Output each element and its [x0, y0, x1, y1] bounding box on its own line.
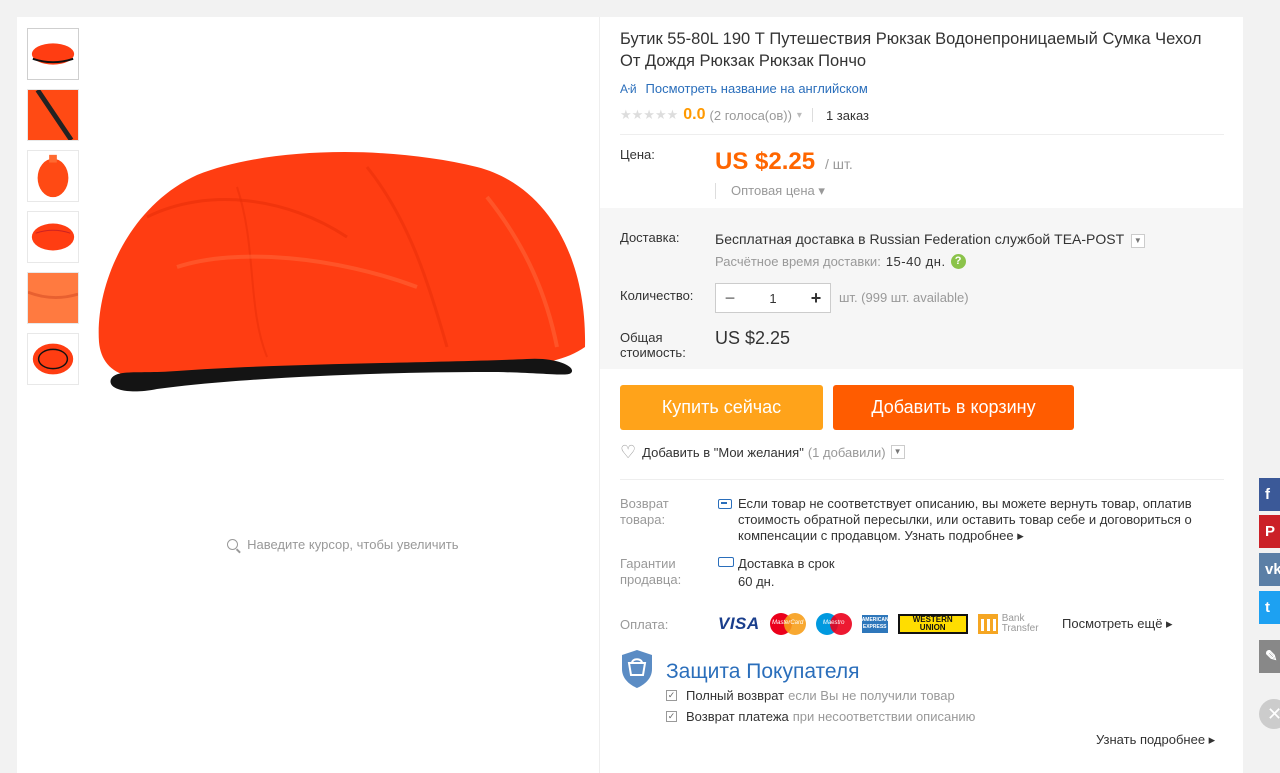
- rating-value: 0.0: [683, 106, 706, 123]
- free-shipping-text: Бесплатная доставка: [715, 231, 855, 247]
- payment-more-link[interactable]: Посмотреть ещё ▸: [1062, 616, 1173, 632]
- column-divider: [599, 17, 600, 773]
- delivery-time-row: Расчётное время доставки: 15-40 дн. ?: [715, 254, 966, 269]
- twitter-share-button[interactable]: t: [1259, 591, 1280, 624]
- thumbnail-3[interactable]: [27, 150, 79, 202]
- thumbnail-list: [27, 28, 79, 394]
- vk-share-button[interactable]: vk: [1259, 553, 1280, 586]
- thumbnail-1[interactable]: [27, 28, 79, 80]
- price-unit: / шт.: [825, 156, 853, 172]
- bank-transfer-text: Bank Transfer: [1002, 614, 1039, 634]
- quantity-decrease-button[interactable]: −: [716, 284, 744, 312]
- chevron-down-icon[interactable]: ▾: [797, 110, 802, 121]
- western-union-logo: WESTERN UNION: [897, 614, 968, 634]
- product-card: Наведите курсор, чтобы увеличить Бутик 5…: [17, 17, 1243, 773]
- returns-learn-more-link[interactable]: Узнать подробнее ▸: [905, 528, 1024, 543]
- mastercard-logo-text: MasterCard: [772, 620, 804, 626]
- protection-item-1-bold: Полный возврат: [686, 688, 785, 703]
- amex-logo: AMERICAN EXPRESS: [861, 615, 889, 633]
- payment-label: Оплата:: [620, 617, 669, 632]
- protection-item-1-rest: если Вы не получили товар: [788, 688, 955, 703]
- orders-count: 1 заказ: [825, 107, 870, 123]
- quantity-label: Количество:: [620, 288, 694, 303]
- translate-icon: A⋅й: [620, 81, 637, 96]
- thumbnail-2[interactable]: [27, 89, 79, 141]
- delivery-time-value: 15-40 дн.: [885, 254, 946, 269]
- protection-item-2: ✓ Возврат платежа при несоответствии опи…: [666, 709, 975, 724]
- guarantee-text: Доставка в срок 60 дн.: [738, 555, 835, 591]
- maestro-logo-text: Maestro: [822, 620, 845, 626]
- protection-learn-more-link[interactable]: Узнать подробнее ▸: [1096, 732, 1215, 748]
- quantity-stepper[interactable]: − 1 +: [715, 283, 831, 313]
- votes-count[interactable]: (2 голоса(ов)): [710, 108, 792, 123]
- protection-item-2-bold: Возврат платежа: [686, 709, 789, 724]
- checkbox-icon: ✓: [666, 711, 677, 722]
- total-value: US $2.25: [715, 328, 791, 348]
- heart-icon[interactable]: ♡: [620, 443, 636, 461]
- facebook-share-button[interactable]: f: [1259, 478, 1280, 511]
- protection-item-1: ✓ Полный возврат если Вы не получили тов…: [666, 688, 955, 703]
- truck-icon: [718, 557, 734, 567]
- shipping-carrier: TEA-POST: [1054, 231, 1124, 247]
- product-title: Бутик 55-80L 190 Т Путешествия Рюкзак Во…: [620, 30, 1202, 70]
- buyer-protection-title: Защита Покупателя: [666, 660, 860, 683]
- wholesale-price-toggle[interactable]: Оптовая цена ▾: [715, 183, 825, 199]
- separator: [811, 108, 813, 122]
- thumbnail-5[interactable]: [27, 272, 79, 324]
- protection-item-2-rest: при несоответствии описанию: [792, 709, 976, 724]
- shipping-country: Russian Federation: [869, 231, 991, 247]
- chevron-down-icon[interactable]: ▼: [1130, 234, 1145, 248]
- zoom-hint: Наведите курсор, чтобы увеличить: [87, 537, 599, 552]
- mastercard-logo: MasterCard: [769, 613, 806, 635]
- shipping-option[interactable]: Бесплатная доставка в Russian Federation…: [715, 231, 1145, 248]
- price-label: Цена:: [620, 147, 655, 162]
- returns-label: Возврат товара:: [620, 496, 669, 527]
- visa-logo: VISA: [718, 614, 760, 633]
- close-icon[interactable]: ✕: [1259, 699, 1280, 729]
- shipping-label: Доставка:: [620, 230, 680, 245]
- rating-stars-icon: ★★★★★: [620, 107, 679, 122]
- chevron-down-icon[interactable]: ▼: [890, 445, 905, 459]
- maestro-logo: Maestro: [815, 613, 852, 635]
- translate-title-link[interactable]: Посмотреть название на английском: [646, 81, 868, 96]
- return-card-icon: [718, 499, 732, 509]
- returns-text: Если товар не соответствует описанию, вы…: [738, 496, 1208, 544]
- pinterest-share-button[interactable]: P: [1259, 515, 1280, 548]
- add-to-cart-button[interactable]: Добавить в корзину: [833, 385, 1074, 430]
- price-value: US $2.25: [715, 148, 816, 175]
- quantity-input[interactable]: 1: [744, 291, 802, 306]
- wishlist-row[interactable]: ♡ Добавить в "Мои желания" (1 добавили) …: [620, 443, 905, 461]
- thumbnail-4[interactable]: [27, 211, 79, 263]
- rating-row: ★★★★★ 0.0 (2 голоса(ов)) ▾ 1 заказ: [620, 106, 869, 124]
- edit-icon[interactable]: ✎: [1259, 640, 1280, 673]
- total-label: Общая стоимость:: [620, 330, 686, 360]
- shield-icon: [622, 650, 652, 688]
- quantity-available: шт. (999 шт. available): [839, 290, 969, 305]
- guarantee-line-2: 60 дн.: [738, 574, 775, 589]
- quantity-increase-button[interactable]: +: [802, 284, 830, 312]
- wishlist-count: (1 добавили): [807, 444, 886, 460]
- payment-logos: VISA MasterCard Maestro AMERICAN EXPRESS…: [718, 613, 1039, 635]
- main-product-image[interactable]: [87, 17, 599, 529]
- bank-transfer-logo: Bank Transfer: [977, 614, 1039, 634]
- checkbox-icon: ✓: [666, 690, 677, 701]
- wishlist-link[interactable]: Добавить в "Мои желания": [642, 445, 804, 460]
- divider: [620, 479, 1224, 480]
- bank-icon: [977, 614, 998, 634]
- shipping-by: службой: [994, 231, 1051, 247]
- delivery-time-label: Расчётное время доставки:: [715, 254, 881, 269]
- buy-now-button[interactable]: Купить сейчас: [620, 385, 823, 430]
- magnifier-icon: [227, 539, 239, 550]
- guarantee-label: Гарантии продавца:: [620, 556, 682, 587]
- thumbnail-6[interactable]: [27, 333, 79, 385]
- zoom-hint-text: Наведите курсор, чтобы увеличить: [247, 537, 459, 552]
- bank-line-2: Transfer: [1001, 623, 1039, 634]
- translate-title-row[interactable]: A⋅й Посмотреть название на английском: [620, 81, 868, 96]
- help-icon[interactable]: ?: [950, 254, 966, 269]
- divider: [620, 134, 1224, 135]
- guarantee-line-1: Доставка в срок: [738, 556, 835, 571]
- shipping-in: в: [858, 231, 866, 247]
